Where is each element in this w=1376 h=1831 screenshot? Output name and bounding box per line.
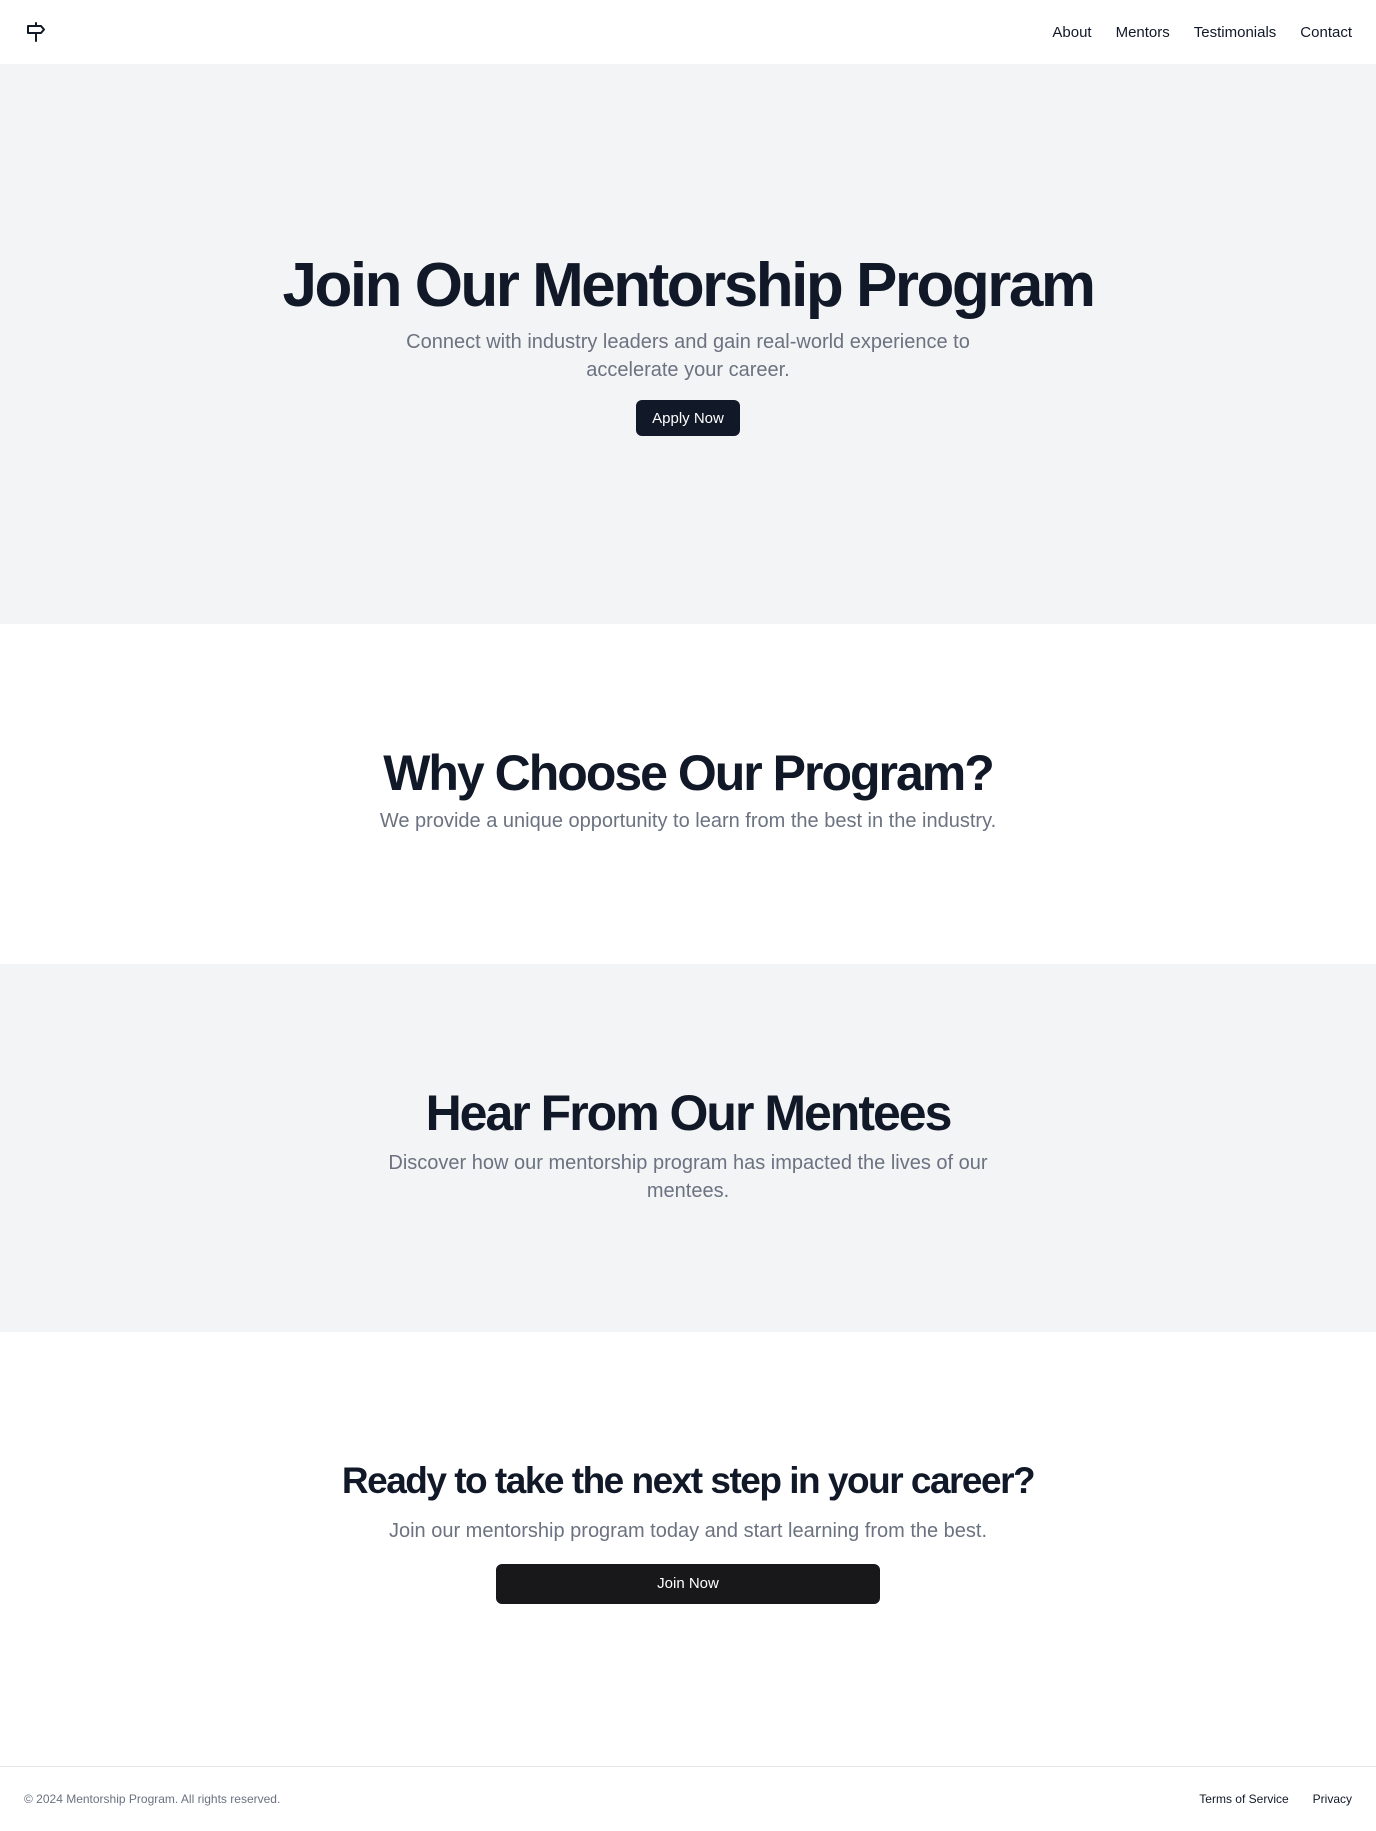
footer-links: Terms of Service Privacy (1199, 1792, 1352, 1806)
cta-subtitle: Join our mentorship program today and st… (388, 1519, 988, 1542)
terms-of-service-link[interactable]: Terms of Service (1199, 1792, 1288, 1806)
apply-now-button[interactable]: Apply Now (636, 400, 740, 437)
nav-link-contact[interactable]: Contact (1300, 24, 1352, 41)
main-nav: About Mentors Testimonials Contact (1052, 24, 1352, 41)
why-title: Why Choose Our Program? (383, 745, 995, 801)
site-footer: © 2024 Mentorship Program. All rights re… (0, 1766, 1376, 1831)
copyright-text: © 2024 Mentorship Program. All rights re… (24, 1792, 281, 1806)
join-now-button[interactable]: Join Now (496, 1563, 880, 1604)
testimonials-title: Hear From Our Mentees (425, 1085, 953, 1141)
cta-section: Ready to take the next step in your care… (0, 1332, 1376, 1766)
why-subtitle: We provide a unique opportunity to learn… (379, 810, 997, 832)
hero-subtitle: Connect with industry leaders and gain r… (406, 331, 970, 382)
nav-link-about[interactable]: About (1052, 24, 1091, 41)
cta-title: Ready to take the next step in your care… (341, 1460, 1036, 1501)
why-section: Why Choose Our Program? We provide a uni… (0, 624, 1376, 964)
hero-title: Join Our Mentorship Program (282, 251, 1096, 320)
testimonials-subtitle: Discover how our mentorship program has … (388, 1152, 988, 1202)
signpost-icon[interactable] (24, 20, 48, 44)
testimonials-section: Hear From Our Mentees Discover how our m… (0, 964, 1376, 1332)
nav-link-mentors[interactable]: Mentors (1116, 24, 1170, 41)
site-header: About Mentors Testimonials Contact (0, 0, 1376, 64)
nav-link-testimonials[interactable]: Testimonials (1194, 24, 1277, 41)
hero-section: Join Our Mentorship Program Connect with… (0, 64, 1376, 624)
privacy-link[interactable]: Privacy (1313, 1792, 1352, 1806)
